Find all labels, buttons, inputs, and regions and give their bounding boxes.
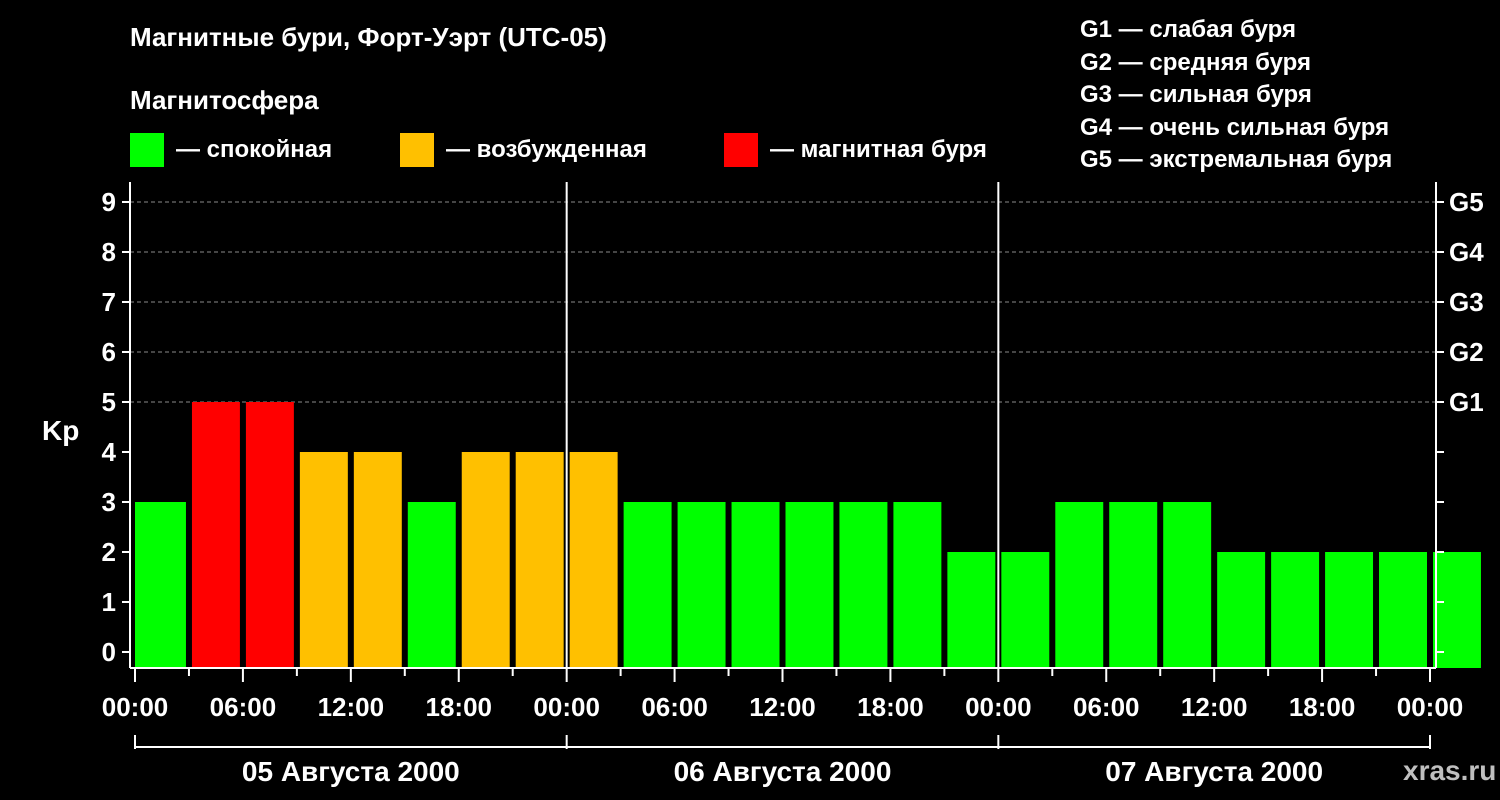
x-tick-label: 06:00	[1073, 692, 1140, 722]
y-tick-label: 5	[102, 387, 116, 417]
kp-bar	[893, 502, 942, 668]
g-axis-label: G1	[1449, 387, 1484, 417]
kp-bar-chart: 0 1 2 3 4 5 6 7 8 9 G1 G2 G3 G4 G5 Kp 00:00 06:00 12:00 18:…	[42, 182, 1484, 787]
kp-bar	[677, 502, 726, 668]
kp-bar	[245, 402, 294, 668]
kp-bar	[135, 502, 186, 668]
kp-bar	[1433, 552, 1481, 668]
x-tick-label: 06:00	[641, 692, 708, 722]
x-tick-label: 00:00	[533, 692, 600, 722]
kp-bar	[353, 452, 402, 668]
watermark: xras.ru	[1403, 755, 1497, 786]
kp-bar	[839, 502, 888, 668]
x-tick-label: 18:00	[426, 692, 493, 722]
y-tick-label: 9	[102, 187, 116, 217]
kp-bar	[299, 452, 348, 668]
g-axis-label: G4	[1449, 237, 1484, 267]
x-tick-label: 00:00	[102, 692, 169, 722]
kp-bar	[1325, 552, 1374, 668]
kp-bar	[1271, 552, 1320, 668]
y-tick-label: 2	[102, 537, 116, 567]
y-tick-label: 1	[102, 587, 116, 617]
kp-bar	[731, 502, 780, 668]
x-tick-label: 00:00	[1397, 692, 1464, 722]
kp-bar	[1163, 502, 1212, 668]
y-tick-label: 6	[102, 337, 116, 367]
kp-bar	[191, 402, 240, 668]
y-tick-label: 8	[102, 237, 116, 267]
kp-bar	[1217, 552, 1266, 668]
x-tick-label: 12:00	[1181, 692, 1248, 722]
x-tick-label: 18:00	[1289, 692, 1356, 722]
date-label: 07 Августа 2000	[1105, 756, 1323, 787]
g-axis-label: G3	[1449, 287, 1484, 317]
kp-bar	[947, 552, 996, 668]
kp-bar	[515, 452, 564, 668]
kp-bar	[623, 502, 672, 668]
kp-bar	[407, 502, 456, 668]
kp-bar	[461, 452, 510, 668]
g-axis-label: G5	[1449, 187, 1484, 217]
kp-bar	[1379, 552, 1427, 668]
y-tick-label: 0	[102, 637, 116, 667]
date-label: 06 Августа 2000	[674, 756, 892, 787]
x-tick-label: 18:00	[857, 692, 924, 722]
y-axis-label: Kp	[42, 415, 79, 446]
x-tick-label: 12:00	[749, 692, 816, 722]
kp-bar	[569, 452, 618, 668]
g-axis-label: G2	[1449, 337, 1484, 367]
kp-bar	[1109, 502, 1158, 668]
date-label: 05 Августа 2000	[242, 756, 460, 787]
y-tick-label: 7	[102, 287, 116, 317]
y-tick-label: 3	[102, 487, 116, 517]
kp-bar	[1001, 552, 1050, 668]
x-tick-label: 00:00	[965, 692, 1032, 722]
kp-bar	[1055, 502, 1104, 668]
kp-bar	[785, 502, 834, 668]
y-tick-label: 4	[102, 437, 117, 467]
x-tick-label: 06:00	[210, 692, 277, 722]
x-tick-label: 12:00	[318, 692, 385, 722]
